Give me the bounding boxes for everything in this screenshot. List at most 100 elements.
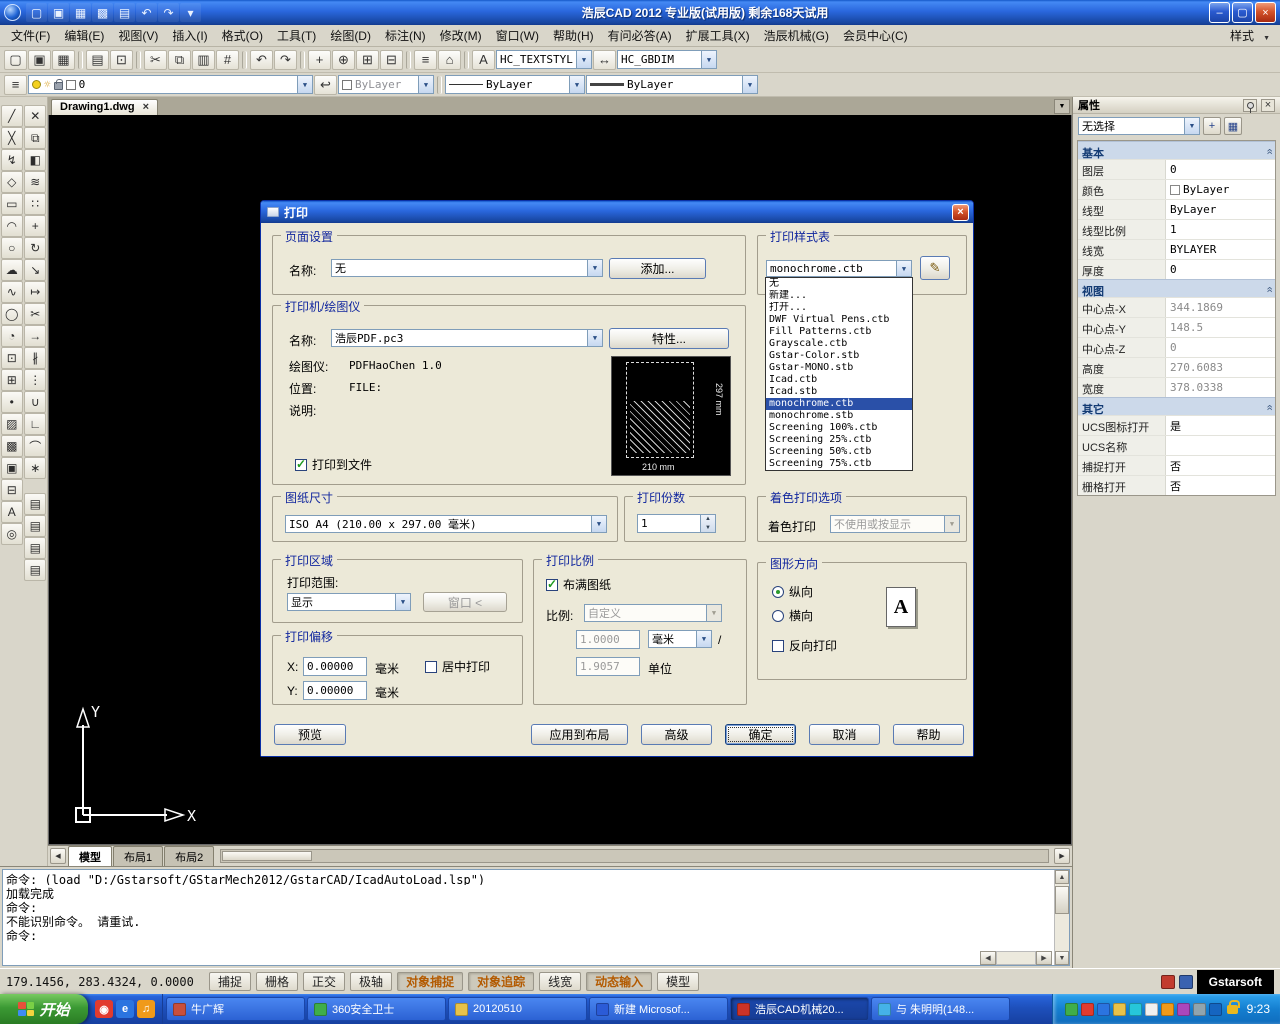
media-player-icon[interactable]: ♫: [137, 1000, 155, 1018]
menu-item[interactable]: 格式(O): [215, 24, 270, 47]
copy-object-icon[interactable]: ⧉: [24, 127, 46, 149]
insert-block-icon[interactable]: ⊡: [1, 347, 23, 369]
plot-range-combo[interactable]: 显示: [287, 593, 411, 611]
plot-style-option[interactable]: DWF Virtual Pens.ctb: [766, 314, 912, 326]
printer-combo[interactable]: 浩辰PDF.pc3: [331, 329, 603, 347]
open-icon[interactable]: ▣: [28, 50, 51, 70]
redo-icon[interactable]: ↷: [274, 50, 297, 70]
ok-button[interactable]: 确定: [725, 724, 796, 745]
plot-notify-icon[interactable]: [1161, 975, 1175, 989]
panel-close-icon[interactable]: [1261, 99, 1275, 112]
polyline-icon[interactable]: ↯: [1, 149, 23, 171]
table-icon[interactable]: ⊟: [1, 479, 23, 501]
taskbar-task-button[interactable]: 360安全卫士: [307, 997, 446, 1021]
plot-to-file-checkbox[interactable]: 打印到文件: [295, 456, 372, 473]
scale-icon[interactable]: ↘: [24, 259, 46, 281]
dim-style-combo[interactable]: HC_GBDIM: [617, 50, 717, 69]
property-row[interactable]: 栅格打开 否: [1078, 475, 1275, 495]
plot-style-option[interactable]: 打开...: [766, 302, 912, 314]
chevron-down-icon[interactable]: [418, 76, 433, 93]
offset-x-input[interactable]: 0.00000: [303, 657, 367, 676]
save-icon[interactable]: ▦: [70, 3, 91, 22]
plot-style-option[interactable]: Gstar-Color.stb: [766, 350, 912, 362]
workspace-style-label[interactable]: 样式: [1223, 24, 1261, 47]
layout-tab[interactable]: 布局2: [164, 846, 214, 866]
toggle-pickadd-icon[interactable]: +: [1203, 117, 1221, 135]
taskbar-task-button[interactable]: 牛广辉: [166, 997, 305, 1021]
spin-up-icon[interactable]: [701, 515, 715, 524]
layout-nav-left-icon[interactable]: [50, 848, 66, 864]
advanced-button[interactable]: 高级: [641, 724, 712, 745]
chevron-down-icon[interactable]: [587, 330, 602, 346]
menu-item[interactable]: 帮助(H): [546, 24, 601, 47]
quick-select-icon[interactable]: ▦: [1224, 117, 1242, 135]
scrollbar-thumb[interactable]: [1055, 886, 1069, 914]
offset-icon[interactable]: ≋: [24, 171, 46, 193]
chevron-down-icon[interactable]: [297, 76, 312, 93]
lineweight-combo[interactable]: ByLayer: [586, 75, 758, 94]
close-button[interactable]: ×: [1255, 2, 1276, 23]
scroll-down-icon[interactable]: [1055, 951, 1069, 965]
tab-list-icon[interactable]: [1054, 99, 1070, 114]
plot-style-option[interactable]: Screening 100%.ctb: [766, 422, 912, 434]
mirror-icon[interactable]: ◧: [24, 149, 46, 171]
gradient-icon[interactable]: ▩: [1, 435, 23, 457]
quickbar-menu-icon[interactable]: ▾: [180, 3, 201, 22]
property-row[interactable]: 其它: [1078, 397, 1275, 415]
document-tab[interactable]: Drawing1.dwg: [51, 99, 158, 115]
menu-item[interactable]: 扩展工具(X): [679, 24, 757, 47]
text-style-manager-icon[interactable]: A: [472, 50, 495, 70]
tray-icon[interactable]: [1209, 1003, 1222, 1016]
zoom-window-icon[interactable]: ⊞: [356, 50, 379, 70]
chevron-down-icon[interactable]: [587, 260, 602, 276]
property-row[interactable]: 中心点-X 344.1869: [1078, 297, 1275, 317]
plot-style-option[interactable]: Grayscale.ctb: [766, 338, 912, 350]
break-icon[interactable]: ∦: [24, 347, 46, 369]
status-toggle-button[interactable]: 动态输入: [586, 972, 652, 991]
printer-properties-button[interactable]: 特性...: [609, 328, 729, 349]
plot-preview-icon[interactable]: ⊡: [110, 50, 133, 70]
fit-to-paper-checkbox[interactable]: 布满图纸: [546, 576, 611, 593]
minimize-button[interactable]: –: [1209, 2, 1230, 23]
chevron-down-icon[interactable]: [896, 261, 911, 276]
360-browser-icon[interactable]: ◉: [95, 1000, 113, 1018]
chevron-down-icon[interactable]: [395, 594, 410, 610]
save-icon[interactable]: ▦: [52, 50, 75, 70]
chevron-down-icon[interactable]: [569, 76, 584, 93]
match-properties-icon[interactable]: #: [216, 50, 239, 70]
polygon-icon[interactable]: ◇: [1, 171, 23, 193]
multiline-text-icon[interactable]: A: [1, 501, 23, 523]
layout-scrollbar[interactable]: [220, 849, 1049, 863]
layout-nav-right-icon[interactable]: [1054, 848, 1070, 864]
command-horizontal-scrollbar[interactable]: [980, 951, 1052, 965]
circle-icon[interactable]: ○: [1, 237, 23, 259]
copies-input[interactable]: 1: [637, 514, 701, 533]
construction-line-icon[interactable]: ╳: [1, 127, 23, 149]
property-row[interactable]: 基本: [1078, 141, 1275, 159]
erase-icon[interactable]: ✕: [24, 105, 46, 127]
ie-icon[interactable]: e: [116, 1000, 134, 1018]
donut-icon[interactable]: ◎: [1, 523, 23, 545]
undo-icon[interactable]: ↶: [250, 50, 273, 70]
center-plot-checkbox[interactable]: 居中打印: [425, 658, 490, 675]
property-row[interactable]: 视图: [1078, 279, 1275, 297]
ellipse-arc-icon[interactable]: ◔: [1, 325, 23, 347]
app-logo-icon[interactable]: [4, 4, 21, 21]
layer-previous-icon[interactable]: ↩: [314, 75, 337, 95]
revision-cloud-icon[interactable]: ☁: [1, 259, 23, 281]
property-row[interactable]: 线型比例 1: [1078, 219, 1275, 239]
rotate-icon[interactable]: ↻: [24, 237, 46, 259]
break-at-point-icon[interactable]: ⋮: [24, 369, 46, 391]
status-toggle-button[interactable]: 模型: [657, 972, 699, 991]
scroll-up-icon[interactable]: [1055, 870, 1069, 884]
copy-icon[interactable]: ⧉: [168, 50, 191, 70]
plot-style-option[interactable]: Screening 75%.ctb: [766, 458, 912, 470]
menu-item[interactable]: 修改(M): [433, 24, 489, 47]
tray-icon[interactable]: [1177, 1003, 1190, 1016]
status-toggle-button[interactable]: 线宽: [539, 972, 581, 991]
edit-plot-style-button[interactable]: ✎: [920, 256, 950, 280]
property-row[interactable]: 中心点-Z 0: [1078, 337, 1275, 357]
apply-to-layout-button[interactable]: 应用到布局: [531, 724, 628, 745]
landscape-radio[interactable]: 横向: [772, 607, 813, 624]
plot-style-option[interactable]: Screening 25%.ctb: [766, 434, 912, 446]
